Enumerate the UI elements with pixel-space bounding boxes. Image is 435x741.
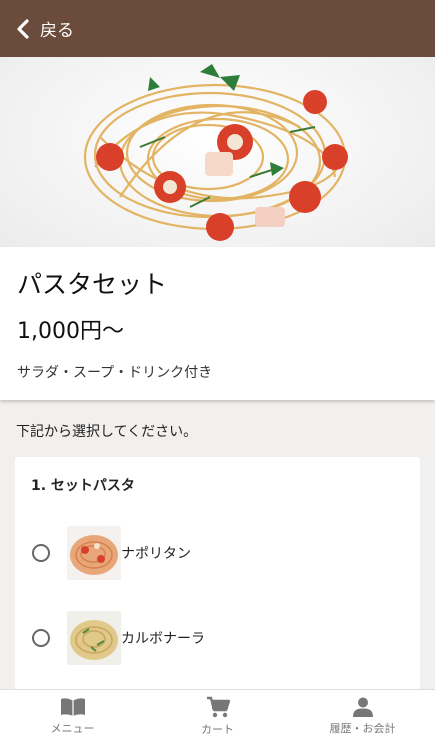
option-label: ナポリタン	[121, 546, 191, 562]
nav-menu[interactable]: メニュー	[0, 690, 145, 741]
nav-cart-label: カート	[201, 723, 234, 736]
nav-cart[interactable]: カート	[145, 690, 290, 741]
option-napolitan[interactable]: ナポリタン	[15, 525, 420, 581]
radio-button[interactable]	[32, 629, 50, 647]
selection-instruction: 下記から選択してください。	[16, 424, 198, 440]
radio-button[interactable]	[32, 544, 50, 562]
product-title: パスタセット	[17, 270, 168, 299]
option-card: 1. セットパスタ ナポリタン カルボナーラ	[15, 457, 420, 697]
bottom-navigation: メニュー カート 履歴・お会計	[0, 689, 435, 741]
person-icon	[352, 697, 373, 717]
carbonara-thumbnail	[67, 611, 121, 665]
product-image	[0, 57, 435, 247]
product-info-panel: パスタセット 1,000円〜 サラダ・スープ・ドリンク付き	[0, 247, 435, 400]
section-title: 1. セットパスタ	[31, 478, 135, 494]
book-icon	[60, 698, 85, 716]
chevron-left-icon	[17, 18, 29, 39]
cart-icon	[206, 696, 230, 718]
top-bar: 戻る	[0, 0, 435, 57]
back-button[interactable]: 戻る	[0, 0, 74, 57]
option-carbonara[interactable]: カルボナーラ	[15, 610, 420, 666]
option-label: カルボナーラ	[121, 631, 205, 647]
product-description: サラダ・スープ・ドリンク付き	[17, 365, 213, 381]
nav-history-label: 履歴・お会計	[329, 722, 396, 735]
product-price: 1,000円〜	[17, 319, 124, 344]
back-label: 戻る	[40, 21, 74, 41]
nav-menu-label: メニュー	[50, 722, 95, 735]
nav-history-checkout[interactable]: 履歴・お会計	[290, 690, 435, 741]
napolitan-thumbnail	[67, 526, 121, 580]
